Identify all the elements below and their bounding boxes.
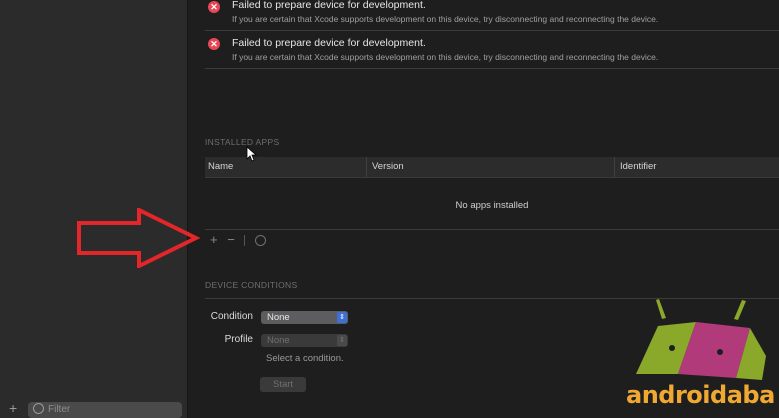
divider	[205, 30, 779, 31]
error-detail: If you are certain that Xcode supports d…	[232, 52, 659, 62]
annotation-arrow-icon	[77, 208, 200, 268]
error-detail: If you are certain that Xcode supports d…	[232, 14, 659, 24]
profile-value: None	[267, 335, 290, 346]
divider	[205, 68, 779, 69]
installed-apps-table: Name Version Identifier No apps installe…	[205, 157, 779, 230]
column-header-name[interactable]: Name	[208, 157, 233, 177]
table-header: Name Version Identifier	[205, 157, 779, 178]
condition-popup[interactable]: None ⇕	[261, 311, 348, 324]
filter-input[interactable]: Filter	[28, 402, 182, 418]
mouse-cursor-icon	[246, 146, 258, 162]
error-title: Failed to prepare device for development…	[232, 37, 426, 49]
add-device-button[interactable]: +	[9, 400, 17, 416]
sidebar-filter-bar: + Filter	[0, 396, 187, 418]
installed-apps-heading: INSTALLED APPS	[205, 137, 280, 147]
androidaba-wordmark: androidaba	[626, 381, 775, 409]
apps-toolbar: + −	[210, 232, 272, 247]
profile-popup[interactable]: None ⇕	[261, 334, 348, 347]
error-icon: ✕	[208, 38, 220, 50]
app-options-icon[interactable]	[255, 235, 267, 247]
androidaba-logo-icon	[636, 299, 766, 380]
filter-placeholder: Filter	[48, 404, 71, 415]
error-title: Failed to prepare device for development…	[232, 0, 426, 11]
condition-label: Condition	[210, 311, 253, 322]
condition-value: None	[267, 312, 290, 323]
error-item: ✕ Failed to prepare device for developme…	[208, 37, 779, 68]
chevron-updown-icon: ⇕	[337, 312, 347, 323]
error-item: ✕ Failed to prepare device for developme…	[208, 0, 779, 30]
condition-hint: Select a condition.	[266, 353, 344, 364]
device-conditions-heading: DEVICE CONDITIONS	[205, 280, 298, 290]
empty-state-text: No apps installed	[455, 200, 529, 211]
start-button[interactable]: Start	[260, 377, 306, 392]
profile-label: Profile	[224, 334, 253, 345]
toolbar-separator	[244, 235, 246, 247]
column-header-version[interactable]: Version	[366, 157, 404, 177]
chevron-updown-icon: ⇕	[337, 335, 347, 346]
divider	[205, 229, 779, 230]
filter-icon	[33, 402, 44, 414]
error-icon: ✕	[208, 1, 220, 13]
remove-app-button[interactable]: −	[227, 232, 235, 247]
column-header-identifier[interactable]: Identifier	[614, 157, 656, 177]
add-app-button[interactable]: +	[210, 232, 218, 247]
